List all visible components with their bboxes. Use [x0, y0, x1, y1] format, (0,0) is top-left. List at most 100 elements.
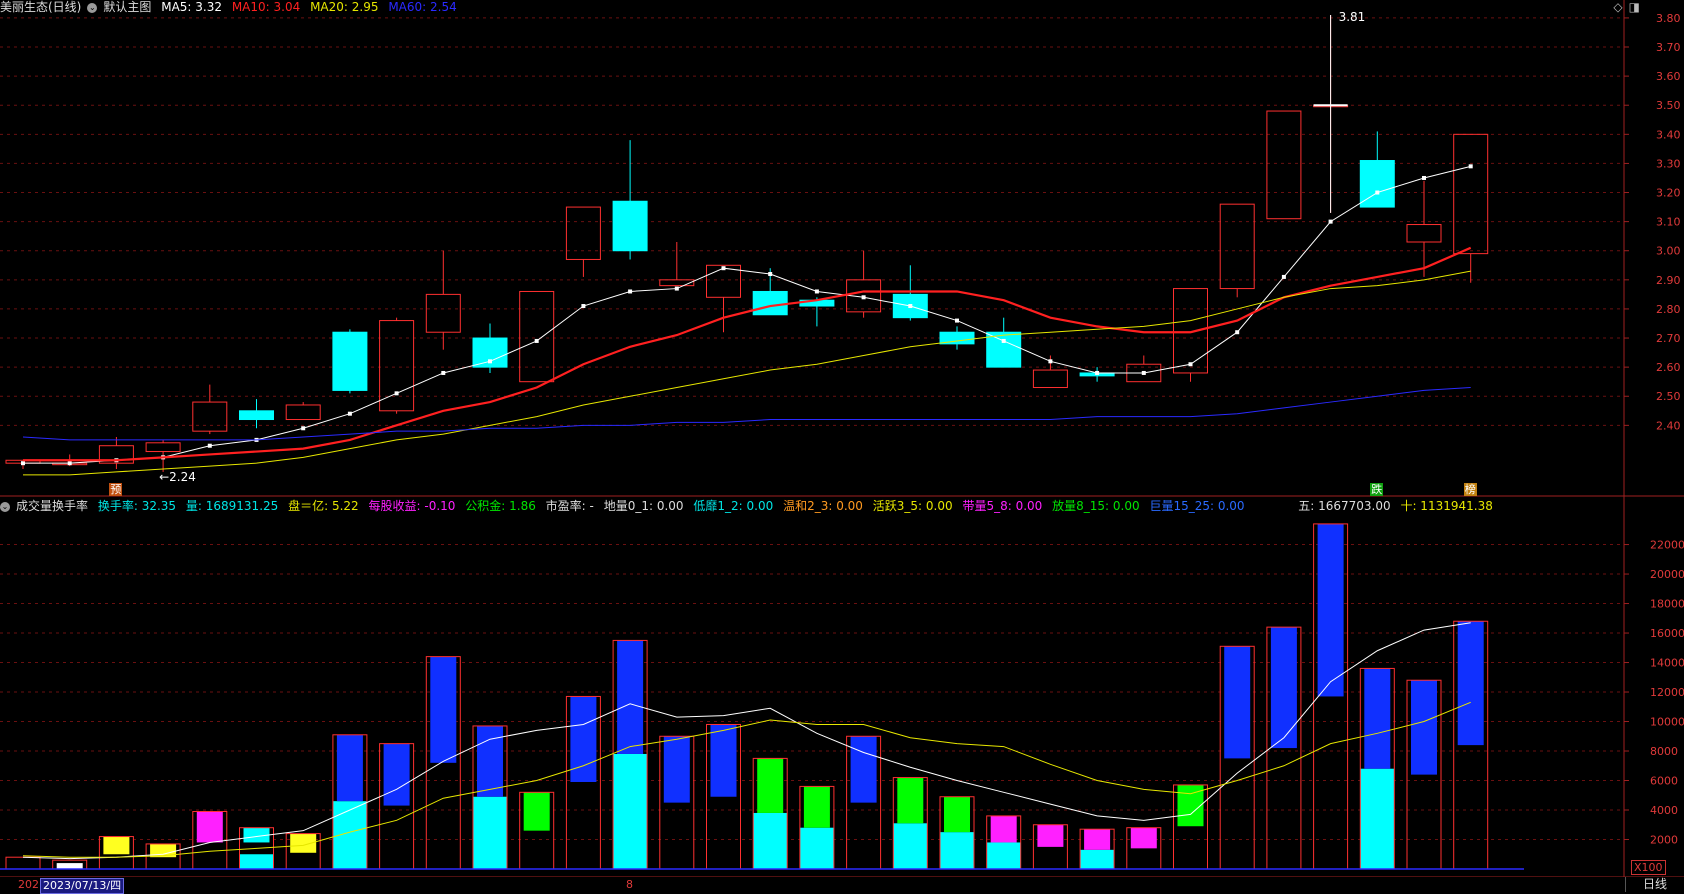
volume-turnover-bar	[986, 842, 1021, 869]
price-ma-line	[23, 270, 1471, 476]
volume-tick-label: 2000	[1650, 834, 1678, 847]
volume-ma-line	[22, 701, 1471, 858]
candle-up	[1266, 110, 1302, 220]
volume-turnover-fill	[1084, 829, 1111, 850]
signal-marker[interactable]: 跌	[1370, 483, 1384, 496]
price-tick-label: 3.00	[1656, 245, 1681, 258]
ma5-point	[1001, 338, 1006, 343]
ma5-point	[861, 295, 866, 300]
ma5-point	[1095, 370, 1100, 375]
candle-down	[332, 331, 368, 391]
price-tick-label: 3.70	[1656, 41, 1681, 54]
volume-tick-label: 8000	[1650, 745, 1678, 758]
ma5-point	[441, 370, 446, 375]
ma5-point	[1328, 219, 1333, 224]
volume-turnover-bar	[473, 796, 507, 869]
ma5-point	[488, 359, 492, 364]
ma5-point	[1422, 175, 1426, 180]
price-tick-label: 2.60	[1656, 361, 1681, 374]
candle-up	[425, 293, 461, 333]
volume-turnover-bar	[1080, 849, 1115, 869]
volume-turnover-fill	[1224, 646, 1251, 759]
signal-marker[interactable]: 榜	[1463, 483, 1477, 496]
price-tick-label: 3.80	[1656, 12, 1681, 25]
ma5-point	[955, 318, 959, 323]
volume-turnover-fill	[523, 792, 550, 831]
volume-tick-label: 6000	[1650, 775, 1678, 788]
volume-unit-label: X100	[1631, 860, 1666, 875]
ma5-point	[347, 411, 352, 416]
volume-turnover-bar	[613, 753, 648, 869]
candle-up	[379, 320, 415, 412]
ma5-point	[394, 391, 399, 396]
ma5-point	[674, 286, 679, 291]
volume-turnover-fill	[196, 811, 223, 843]
ma5-point	[814, 289, 819, 294]
candle-up	[285, 404, 321, 421]
ma5-point	[908, 304, 913, 309]
volume-turnover-bar	[753, 812, 788, 869]
ma5-point	[721, 266, 726, 271]
volume-turnover-fill	[336, 734, 363, 802]
volume-turnover-fill	[990, 815, 1017, 843]
volume-turnover-fill	[710, 724, 737, 797]
volume-tick-label: 12000	[1650, 686, 1684, 699]
price-tick-label: 3.50	[1656, 99, 1681, 112]
volume-turnover-fill	[663, 736, 690, 803]
volume-tick-label: 22000	[1650, 539, 1684, 552]
volume-tick-label: 20000	[1650, 568, 1684, 581]
candle-down	[612, 200, 648, 252]
candle-down	[239, 410, 274, 421]
volume-turnover-fill	[850, 736, 877, 803]
date-partial-label: 202	[18, 878, 39, 891]
ma5-point	[1375, 190, 1380, 195]
max-price-annotation: 3.81	[1339, 10, 1366, 24]
ma5-point	[207, 443, 212, 448]
volume-turnover-fill	[897, 777, 924, 824]
min-price-annotation: ←2.24	[159, 470, 196, 484]
volume-turnover-fill	[10, 861, 36, 869]
volume-turnover-fill	[430, 656, 457, 763]
volume-turnover-fill	[383, 743, 410, 806]
volume-turnover-bar	[940, 832, 974, 869]
volume-tick-label: 16000	[1650, 627, 1684, 640]
ma5-point	[628, 289, 633, 294]
candle-up	[1453, 133, 1489, 255]
volume-turnover-bar	[1360, 768, 1395, 869]
price-tick-label: 2.90	[1656, 274, 1681, 287]
candle-up	[192, 401, 228, 432]
price-tick-label: 2.80	[1656, 303, 1681, 316]
period-daily-button[interactable]: 日线	[1625, 877, 1684, 892]
volume-turnover-fill	[1130, 827, 1157, 849]
ma5-point	[1468, 164, 1473, 169]
ma5-point	[1281, 274, 1286, 279]
volume-tick-label: 18000	[1650, 598, 1684, 611]
price-tick-label: 3.60	[1656, 70, 1681, 83]
volume-ma-line	[22, 622, 1471, 860]
volume-turnover-fill	[803, 786, 830, 828]
volume-turnover-fill	[1037, 824, 1064, 847]
cursor-date-label: 2023/07/13/四	[40, 878, 125, 894]
volume-tick-label: 10000	[1650, 716, 1684, 729]
volume-turnover-fill	[1317, 523, 1344, 697]
price-tick-label: 3.40	[1656, 128, 1681, 141]
candle-up	[1032, 369, 1068, 389]
volume-tick-label: 4000	[1650, 804, 1678, 817]
volume-turnover-fill	[944, 796, 970, 833]
candle-up	[659, 279, 695, 287]
candle-down	[752, 290, 788, 316]
ma5-point	[21, 461, 25, 466]
volume-turnover-fill	[477, 725, 503, 797]
candle-up	[1173, 288, 1208, 374]
price-tick-label: 2.50	[1656, 390, 1681, 403]
ma5-point	[1188, 362, 1193, 367]
ma5-point	[1141, 370, 1146, 375]
kline-chart[interactable]: 2.40 2.50 2.60 2.70 2.80 2.90 3.00 3.10 3.20 3.30…	[0, 0, 1684, 877]
candle-up	[1219, 203, 1255, 290]
ma5-point	[1235, 330, 1240, 335]
volume-turnover-bar	[239, 854, 274, 869]
ma5-point	[301, 426, 306, 431]
candle-down	[986, 331, 1022, 368]
price-tick-label: 2.70	[1656, 332, 1681, 345]
signal-marker[interactable]: 预	[109, 483, 123, 496]
